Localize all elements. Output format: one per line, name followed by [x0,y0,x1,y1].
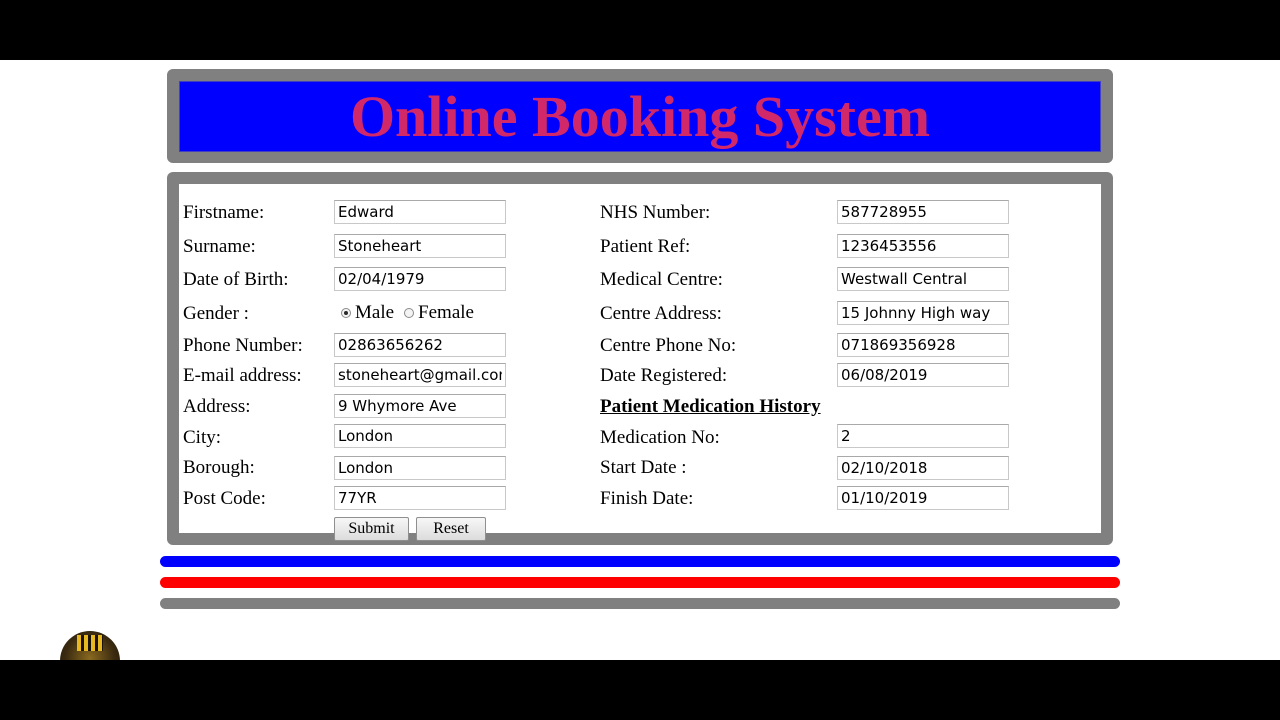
centre-address-label: Centre Address: [600,303,722,324]
centre-phone-label: Centre Phone No: [600,335,737,356]
gender-male-label: Male [355,302,395,323]
surname-field[interactable] [334,234,506,258]
dob-label: Date of Birth: [183,269,289,290]
start-date-label: Start Date : [600,457,687,478]
firstname-label: Firstname: [183,202,265,223]
phone-field[interactable] [334,333,506,357]
medication-number-label: Medication No: [600,427,720,448]
start-date-field[interactable] [837,456,1009,480]
letterbox-top [0,0,1280,60]
nhs-number-field[interactable] [837,200,1009,224]
channel-logo-icon [60,631,120,660]
medication-history-heading: Patient Medication History [600,396,821,417]
address-label: Address: [183,396,251,417]
address-field[interactable] [334,394,506,418]
patient-ref-label: Patient Ref: [600,236,691,257]
decorative-stripe-blue [160,556,1120,567]
gender-label: Gender : [183,303,249,324]
patient-ref-field[interactable] [837,234,1009,258]
gender-female-label: Female [418,302,474,323]
city-label: City: [183,427,222,448]
decorative-stripe-gray [160,598,1120,609]
decorative-stripe-red [160,577,1120,588]
email-field[interactable] [334,363,506,387]
borough-field[interactable] [334,456,506,480]
gender-female-radio[interactable] [404,308,415,318]
centre-phone-field[interactable] [837,333,1009,357]
borough-label: Borough: [183,457,255,478]
gender-radio-group: Male Female [341,302,484,324]
surname-label: Surname: [183,236,256,257]
postcode-field[interactable] [334,486,506,510]
nhs-number-label: NHS Number: [600,202,711,223]
date-registered-label: Date Registered: [600,365,728,386]
finish-date-label: Finish Date: [600,488,694,509]
booking-form: Firstname: Surname: Date of Birth: Gende… [179,184,1101,541]
firstname-field[interactable] [334,200,506,224]
booking-form-frame: Firstname: Surname: Date of Birth: Gende… [167,172,1113,545]
medical-centre-field[interactable] [837,267,1009,291]
city-field[interactable] [334,424,506,448]
submit-button[interactable]: Submit [334,517,409,541]
postcode-label: Post Code: [183,488,266,509]
dob-field[interactable] [334,267,506,291]
date-registered-field[interactable] [837,363,1009,387]
email-label: E-mail address: [183,365,302,386]
page-title: Online Booking System [349,83,931,149]
medical-centre-label: Medical Centre: [600,269,723,290]
reset-button[interactable]: Reset [416,517,486,541]
header-frame: Online Booking System [167,69,1113,163]
gender-male-radio[interactable] [341,308,351,318]
letterbox-bottom [0,660,1280,720]
header-banner: Online Booking System [179,81,1101,152]
finish-date-field[interactable] [837,486,1009,510]
centre-address-field[interactable] [837,301,1009,325]
phone-label: Phone Number: [183,335,303,356]
medication-number-field[interactable] [837,424,1009,448]
